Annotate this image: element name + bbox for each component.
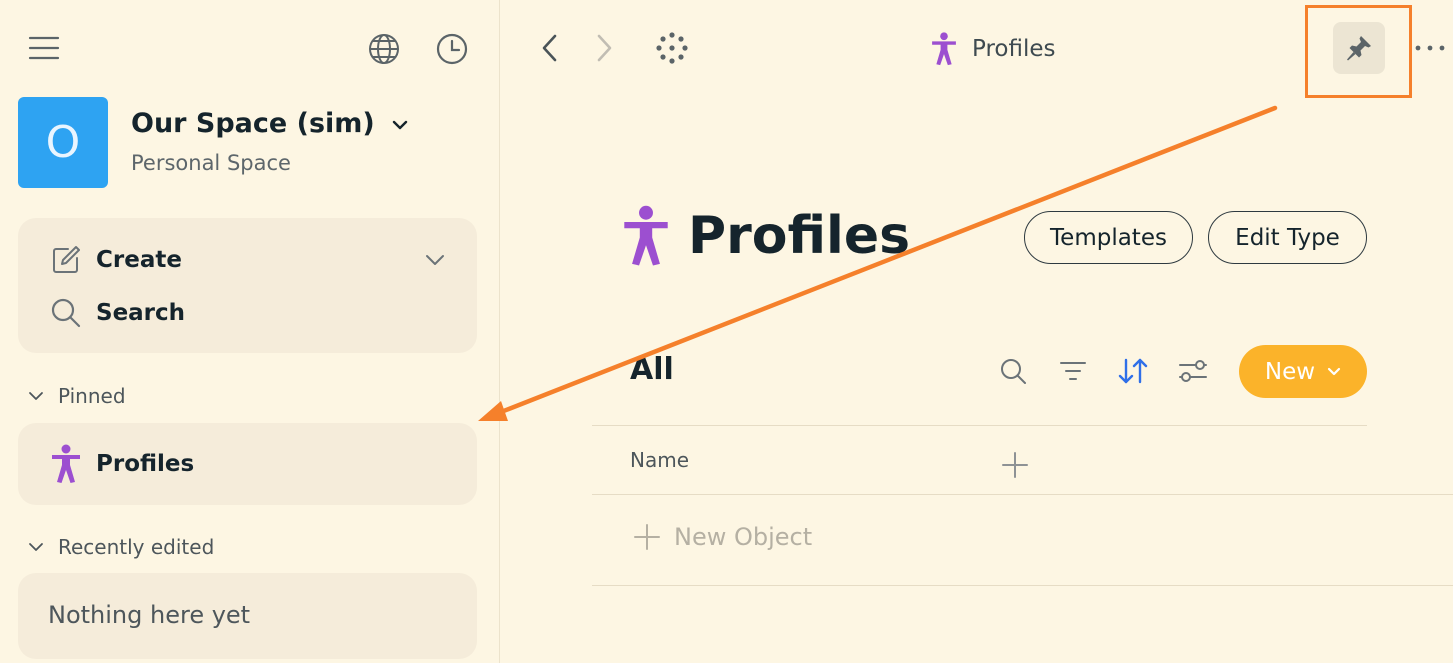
create-button[interactable]: Create	[50, 240, 445, 280]
chevron-down-icon	[392, 120, 408, 129]
new-object-button[interactable]: New	[1239, 345, 1367, 398]
sort-icon[interactable]	[1116, 354, 1150, 388]
new-button-label: New	[1264, 358, 1316, 385]
space-name: Our Space (sim)	[131, 108, 375, 139]
pinned-section-header[interactable]: Pinned	[28, 384, 126, 408]
graph-icon[interactable]	[654, 30, 690, 66]
search-icon[interactable]	[996, 354, 1030, 388]
page-title-text: Profiles	[688, 206, 911, 266]
plus-icon	[634, 524, 660, 550]
hamburger-menu-icon[interactable]	[24, 32, 64, 64]
page-title: Profiles	[620, 205, 910, 267]
highlight-box	[1305, 5, 1412, 98]
sidebar: O Our Space (sim) Personal Space Create …	[0, 0, 500, 663]
new-object-row[interactable]: New Object	[633, 523, 812, 551]
pinned-list: Profiles	[18, 423, 477, 505]
search-icon	[51, 298, 81, 328]
breadcrumb: Profiles	[930, 32, 1056, 66]
chevron-down-icon	[29, 392, 43, 400]
divider	[592, 494, 1453, 495]
actions-panel: Create Search	[18, 218, 477, 353]
back-arrow-icon[interactable]	[534, 30, 564, 66]
pinned-header-label: Pinned	[58, 384, 126, 408]
empty-state-text: Nothing here yet	[48, 601, 251, 629]
templates-button[interactable]: Templates	[1024, 211, 1193, 264]
person-icon	[624, 205, 668, 266]
filter-icon[interactable]	[1056, 354, 1090, 388]
forward-arrow-icon[interactable]	[590, 30, 620, 66]
space-switcher[interactable]: Our Space (sim)	[131, 108, 408, 139]
more-icon[interactable]	[1410, 30, 1450, 66]
settings-sliders-icon[interactable]	[1176, 354, 1210, 388]
chevron-down-icon[interactable]	[425, 254, 445, 266]
edit-type-button[interactable]: Edit Type	[1208, 211, 1367, 264]
chevron-down-icon	[29, 543, 43, 551]
add-column-icon[interactable]	[998, 448, 1032, 482]
new-object-label: New Object	[674, 523, 813, 551]
recently-edited-header-label: Recently edited	[58, 535, 215, 559]
pinned-item-label: Profiles	[96, 451, 195, 477]
breadcrumb-title: Profiles	[972, 36, 1056, 62]
view-tab-all[interactable]: All	[630, 352, 674, 387]
person-icon	[52, 444, 80, 483]
space-avatar[interactable]: O	[18, 97, 108, 188]
search-label: Search	[96, 300, 186, 326]
recently-edited-list: Nothing here yet	[18, 573, 477, 659]
recently-edited-section-header[interactable]: Recently edited	[28, 535, 214, 559]
divider	[592, 425, 1367, 426]
globe-icon[interactable]	[364, 30, 404, 68]
space-subtitle: Personal Space	[131, 151, 291, 175]
chevron-down-icon	[1327, 367, 1341, 375]
pinned-item-profiles[interactable]: Profiles	[50, 444, 450, 484]
create-label: Create	[96, 247, 182, 273]
divider	[592, 585, 1453, 586]
search-button[interactable]: Search	[50, 293, 350, 333]
person-icon	[932, 32, 956, 66]
clock-icon[interactable]	[432, 30, 472, 68]
column-header-name[interactable]: Name	[630, 448, 689, 472]
edit-icon	[53, 246, 80, 273]
